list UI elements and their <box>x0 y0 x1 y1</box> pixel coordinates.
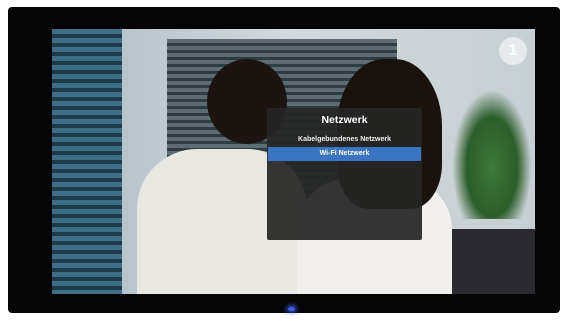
background-plant <box>452 89 532 219</box>
background-window-blinds <box>52 29 122 294</box>
channel-logo-icon: 1 <box>499 37 527 65</box>
menu-item-wifi-network[interactable]: Wi-Fi Netzwerk <box>268 147 421 161</box>
menu-item-wired-network[interactable]: Kabelgebundenes Netzwerk <box>267 133 422 147</box>
tv-screen: 1 Netzwerk Kabelgebundenes Netzwerk Wi-F… <box>52 29 535 294</box>
power-led-icon <box>288 307 295 311</box>
background-furniture <box>447 229 535 294</box>
menu-title: Netzwerk <box>321 114 368 126</box>
network-menu: Netzwerk Kabelgebundenes Netzwerk Wi-Fi … <box>267 108 422 240</box>
